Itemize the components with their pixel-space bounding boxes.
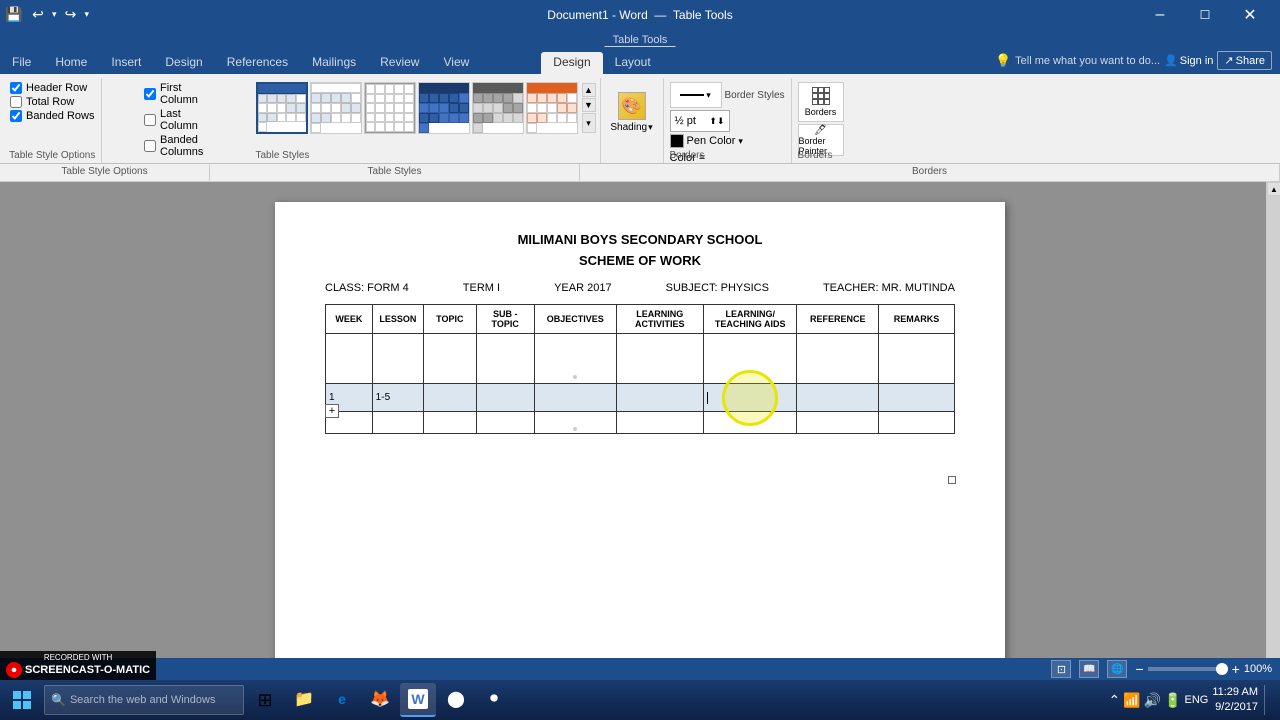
taskbar-chrome[interactable]: ⬤ — [438, 683, 474, 717]
table-style-3[interactable] — [364, 82, 416, 134]
tray-battery[interactable]: 🔋 — [1164, 692, 1181, 709]
undo-icon[interactable]: ↩ — [28, 4, 48, 24]
tab-insert[interactable]: Insert — [99, 52, 153, 74]
table-tools-title: Table Tools — [673, 8, 733, 22]
class-info: CLASS: FORM 4 — [325, 282, 409, 294]
tray-volume[interactable]: 🔊 — [1144, 692, 1161, 709]
zoom-minus[interactable]: − — [1135, 661, 1143, 677]
border-styles-label: Border Styles — [725, 90, 785, 101]
doc-meta: CLASS: FORM 4 TERM I YEAR 2017 SUBJECT: … — [325, 282, 955, 294]
table-style-1[interactable] — [256, 82, 308, 134]
table-style-2[interactable] — [310, 82, 362, 134]
borders-group-label: Borders — [670, 150, 705, 161]
close-btn[interactable]: ✕ — [1228, 0, 1272, 30]
year-info: YEAR 2017 — [554, 282, 611, 294]
sign-in-button[interactable]: 👤Sign in — [1164, 54, 1213, 67]
zoom-plus[interactable]: + — [1232, 661, 1240, 677]
term-info: TERM I — [463, 282, 500, 294]
pen-color-icon — [670, 134, 684, 148]
tab-mailings[interactable]: Mailings — [300, 52, 368, 74]
styles-scroll-down[interactable]: ▼ — [582, 98, 596, 112]
page: + MILIMANI BOYS SECONDARY SCHOOL SCHEME … — [275, 202, 1005, 662]
pen-color-label: Pen Color — [687, 135, 736, 147]
taskbar-record[interactable]: ⏺ — [476, 683, 512, 717]
tab-layout-tt[interactable]: Layout — [603, 52, 663, 74]
scheme-table: WEEK LESSON TOPIC SUB - TOPIC OBJECTIVES… — [325, 304, 955, 434]
table-style-4[interactable] — [418, 82, 470, 134]
start-button[interactable] — [4, 682, 40, 718]
styles-scroll-up[interactable]: ▲ — [582, 83, 596, 97]
table-resize-handle[interactable] — [948, 476, 956, 484]
status-bar: Page 1 of 1 ⊡ 📖 🌐 − + 100% — [0, 658, 1280, 680]
pen-color-dropdown[interactable]: ▾ — [738, 136, 743, 147]
zoom-slider[interactable] — [1148, 667, 1228, 671]
save-icon[interactable]: 💾 — [4, 4, 24, 24]
total-row-checkbox[interactable]: Total Row — [10, 96, 95, 108]
tab-review[interactable]: Review — [368, 52, 431, 74]
show-desktop-btn[interactable] — [1264, 685, 1268, 715]
customize-qa-icon[interactable]: ▾ — [85, 9, 90, 20]
tab-design-tt[interactable]: Design — [541, 52, 602, 74]
tell-me-icon: 💡 — [995, 53, 1011, 69]
styles-dropdown[interactable]: ▾ — [582, 113, 596, 133]
school-title: MILIMANI BOYS SECONDARY SCHOOL — [325, 232, 955, 247]
scheme-title: SCHEME OF WORK — [325, 253, 955, 268]
borders-bottom-label: Borders — [580, 164, 1280, 181]
teacher-info: TEACHER: MR. MUTINDA — [823, 282, 955, 294]
minimize-btn[interactable]: – — [1138, 0, 1182, 30]
tab-references[interactable]: References — [215, 52, 300, 74]
redo-icon[interactable]: ↪ — [61, 4, 81, 24]
view-normal-btn[interactable]: ⊡ — [1051, 660, 1071, 678]
table-styles-group-label: Table Styles — [210, 164, 580, 181]
scroll-up-btn[interactable]: ▲ — [1267, 182, 1280, 196]
table-style-options-label: Table Style Options — [9, 150, 95, 161]
tell-me-input[interactable]: Tell me what you want to do... — [1015, 55, 1160, 67]
taskbar-edge[interactable]: e — [324, 683, 360, 717]
tray-chevron[interactable]: ⌃ — [1108, 692, 1120, 709]
border-width-input[interactable]: ½ pt ⬆⬇ — [670, 110, 730, 132]
tab-design-main[interactable]: Design — [153, 52, 214, 74]
screencast-logo: RECORDED WITH ⏺ SCREENCAST-O-MATIC — [0, 651, 156, 680]
tab-view[interactable]: View — [431, 52, 481, 74]
border-styles-button[interactable]: ▾ — [670, 82, 722, 108]
subject-info: SUBJECT: PHYSICS — [666, 282, 769, 294]
tab-file[interactable]: File — [0, 52, 43, 74]
header-row-checkbox[interactable]: Header Row — [10, 82, 95, 94]
undo-dropdown-icon[interactable]: ▾ — [52, 9, 57, 20]
tab-home[interactable]: Home — [43, 52, 99, 74]
banded-rows-checkbox[interactable]: Banded Rows — [10, 110, 95, 122]
table-style-5[interactable] — [472, 82, 524, 134]
zoom-level: 100% — [1244, 663, 1272, 675]
view-read-btn[interactable]: 📖 — [1079, 660, 1099, 678]
taskbar-search[interactable]: 🔍 Search the web and Windows — [44, 685, 244, 715]
table-style-6[interactable] — [526, 82, 578, 134]
shading-button[interactable]: 🎨 Shading ▾ — [607, 84, 657, 140]
last-column-checkbox[interactable]: Last Column — [144, 108, 203, 132]
add-table-icon[interactable]: + — [325, 404, 339, 418]
tray-language: ENG — [1184, 694, 1208, 706]
highlighted-cell[interactable] — [704, 384, 797, 412]
borders-group-label2: Borders — [798, 150, 833, 161]
share-button[interactable]: ↗Share — [1217, 51, 1272, 70]
table-style-options-group-label: Table Style Options — [0, 164, 210, 181]
window-title: Document1 - Word — [547, 8, 647, 22]
taskbar-firefox[interactable]: 🦊 — [362, 683, 398, 717]
view-web-btn[interactable]: 🌐 — [1107, 660, 1127, 678]
tray-network[interactable]: 📶 — [1123, 692, 1140, 709]
table-styles-label: Table Styles — [256, 150, 310, 161]
banded-columns-checkbox[interactable]: Banded Columns — [144, 134, 203, 158]
first-column-checkbox[interactable]: First Column — [144, 82, 203, 106]
taskbar-explorer[interactable]: 📁 — [286, 683, 322, 717]
borders-button[interactable]: Borders — [798, 82, 844, 122]
clock[interactable]: 11:29 AM 9/2/2017 — [1212, 685, 1258, 716]
table-tools-label: Table Tools — [605, 34, 676, 47]
task-view-btn[interactable]: ⊞ — [248, 683, 282, 717]
taskbar-word[interactable]: W — [400, 683, 436, 717]
restore-btn[interactable]: ☐ — [1183, 0, 1227, 30]
